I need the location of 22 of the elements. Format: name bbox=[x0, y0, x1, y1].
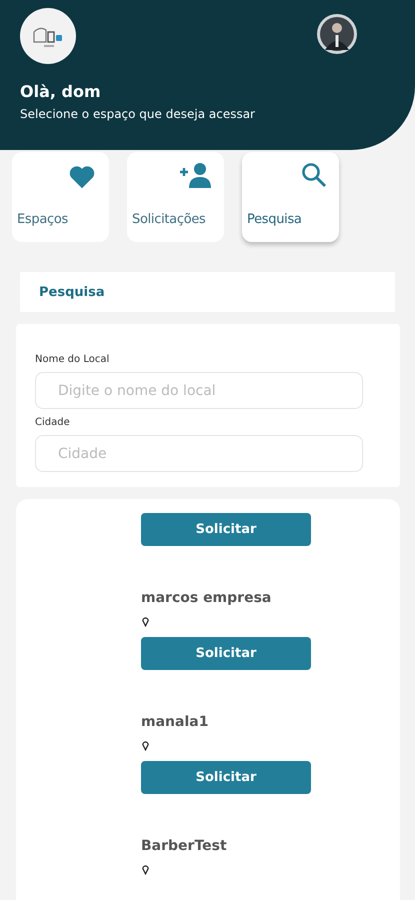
place-name: manala1 bbox=[141, 714, 208, 730]
field-label: Nome do Local bbox=[35, 354, 110, 365]
subtitle: Selecione o espaço que deseja acessar bbox=[20, 107, 256, 121]
greeting: Olà, dom bbox=[20, 82, 102, 101]
location-pin-icon bbox=[142, 864, 149, 875]
input-field[interactable]: Cidade bbox=[35, 435, 363, 472]
request-button[interactable]: Solicitar bbox=[141, 513, 311, 546]
place-name: marcos empresa bbox=[141, 590, 272, 606]
request-button[interactable]: Solicitar bbox=[141, 637, 311, 670]
input-field[interactable]: Digite o nome do local bbox=[35, 372, 363, 409]
place-name: BarberTest bbox=[141, 838, 227, 854]
search-icon bbox=[301, 162, 327, 188]
section-title: Pesquisa bbox=[39, 284, 105, 300]
logo-icon bbox=[20, 8, 76, 64]
location-pin-icon bbox=[142, 616, 149, 627]
add-person-icon bbox=[178, 162, 212, 188]
field-label: Cidade bbox=[35, 417, 70, 428]
request-button[interactable]: Solicitar bbox=[141, 761, 311, 794]
location-pin-icon bbox=[142, 740, 149, 751]
tab[interactable]: Espaços bbox=[12, 152, 109, 242]
tab[interactable]: Pesquisa bbox=[242, 152, 339, 242]
tab[interactable]: Solicitações bbox=[127, 152, 224, 242]
